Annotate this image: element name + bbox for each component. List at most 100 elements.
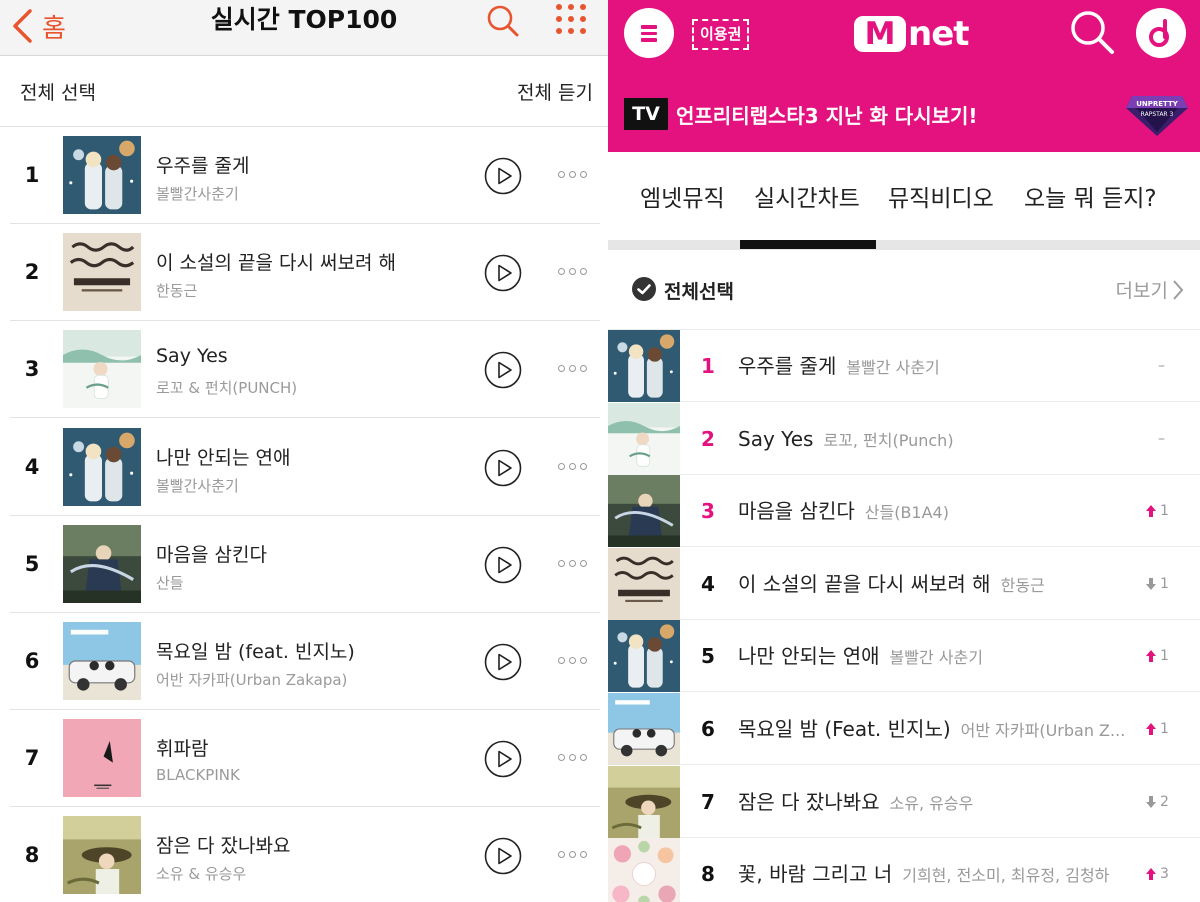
track-title[interactable]: 이 소설의 끝을 다시 써보려 해: [156, 248, 396, 275]
album-art[interactable]: [63, 330, 141, 409]
track-info[interactable]: Say Yes 로꼬, 펀치(Punch): [738, 403, 1138, 475]
album-art[interactable]: [63, 719, 141, 798]
track-title[interactable]: 목요일 밤 (feat. 빈지노): [156, 637, 355, 664]
track-row[interactable]: 3 Say Yes 로꼬 & 펀치(PUNCH): [0, 321, 608, 419]
track-row[interactable]: 8 잠은 다 잤나봐요 소유 & 유승우: [0, 807, 608, 902]
select-all-button[interactable]: 전체선택: [664, 277, 734, 304]
promo-banner[interactable]: TV 언프리티랩스타3 지난 화 다시보기! UNPRETTY RAPSTAR …: [624, 94, 1188, 136]
track-row[interactable]: 6 목요일 밤 (Feat. 빈지노) 어반 자카파(Urban Z... 1: [608, 693, 1200, 765]
track-artist[interactable]: 로꼬 & 펀치(PUNCH): [156, 377, 297, 398]
arrow-up-icon: [1146, 650, 1156, 663]
album-art[interactable]: [608, 475, 680, 548]
album-art[interactable]: [608, 620, 680, 693]
play-all-button[interactable]: 전체 듣기: [517, 78, 593, 105]
track-row[interactable]: 6 목요일 밤 (feat. 빈지노) 어반 자카파(Urban Zakapa): [0, 613, 608, 710]
track-row[interactable]: 3 마음을 삼킨다 산들(B1A4) 1: [608, 475, 1200, 548]
track-artist[interactable]: 소유 & 유승우: [156, 863, 246, 884]
search-icon[interactable]: [486, 4, 520, 38]
track-row[interactable]: 4 이 소설의 끝을 다시 써보려 해 한동근 1: [608, 547, 1200, 620]
tab-2[interactable]: 실시간차트: [754, 179, 860, 213]
tab-3[interactable]: 뮤직비디오: [888, 179, 994, 213]
track-artist[interactable]: BLACKPINK: [156, 766, 240, 784]
track-row[interactable]: 1 우주를 줄게 볼빨간사춘기: [0, 127, 608, 224]
more-options-icon[interactable]: [558, 657, 588, 665]
music-player-button[interactable]: [1136, 8, 1186, 58]
track-row[interactable]: 4 나만 안되는 연애 볼빨간사춘기: [0, 419, 608, 516]
track-rank: 7: [24, 746, 40, 771]
track-artist[interactable]: 어반 자카파(Urban Zakapa): [156, 669, 347, 690]
track-title[interactable]: 나만 안되는 연애: [156, 443, 290, 470]
track-row[interactable]: 7 잠은 다 잤나봐요 소유, 유승우 2: [608, 765, 1200, 838]
tab-active-indicator: [740, 240, 876, 249]
grid-menu-icon[interactable]: [556, 4, 590, 38]
album-art[interactable]: [63, 524, 141, 603]
more-button[interactable]: 더보기: [1116, 276, 1184, 303]
more-options-icon[interactable]: [558, 462, 588, 471]
play-icon[interactable]: [484, 351, 522, 389]
album-art[interactable]: [63, 816, 141, 895]
track-title[interactable]: 마음을 삼킨다: [156, 540, 267, 567]
track-artist[interactable]: 한동근: [156, 280, 197, 301]
play-icon[interactable]: [484, 546, 522, 584]
album-art[interactable]: [608, 693, 680, 765]
album-art[interactable]: [63, 622, 141, 700]
select-all-check-icon[interactable]: [632, 277, 656, 301]
album-art[interactable]: [608, 330, 680, 402]
track-info[interactable]: 나만 안되는 연애 볼빨간 사춘기: [738, 620, 1138, 692]
track-title[interactable]: 우주를 줄게: [156, 151, 249, 178]
mnet-logo-mark: M: [854, 16, 906, 52]
more-options-icon[interactable]: [558, 851, 588, 859]
track-info[interactable]: 목요일 밤 (Feat. 빈지노) 어반 자카파(Urban Z...: [738, 693, 1138, 765]
track-info[interactable]: 우주를 줄게 볼빨간 사춘기: [738, 330, 1138, 402]
album-art[interactable]: [63, 233, 141, 312]
track-title[interactable]: Say Yes: [156, 345, 228, 367]
ticket-button[interactable]: 이용권: [692, 19, 750, 50]
track-row[interactable]: 5 마음을 삼킨다 산들: [0, 516, 608, 613]
mnet-chart-screen: 이용권 M net TV 언프리티랩스타3 지난 화 다시보기! UNPRETT…: [608, 0, 1200, 902]
track-title[interactable]: 휘파람: [156, 734, 208, 761]
more-options-icon[interactable]: [558, 365, 588, 373]
play-icon[interactable]: [484, 157, 522, 195]
track-row[interactable]: 8 꽃, 바람 그리고 너 기희현, 전소미, 최유정, 김청하 3: [608, 838, 1200, 902]
play-icon[interactable]: [484, 740, 522, 778]
rank-change-value: 1: [1160, 648, 1169, 665]
tab-1[interactable]: 엠넷뮤직: [640, 179, 725, 213]
album-art[interactable]: [608, 838, 680, 902]
track-row[interactable]: 7 휘파람 BLACKPINK: [0, 710, 608, 808]
track-info[interactable]: 꽃, 바람 그리고 너 기희현, 전소미, 최유정, 김청하: [738, 838, 1138, 902]
chevron-right-icon: [1173, 279, 1184, 300]
select-all-button[interactable]: 전체 선택: [20, 78, 96, 105]
track-info[interactable]: 마음을 삼킨다 산들(B1A4): [738, 475, 1138, 547]
more-options-icon[interactable]: [558, 559, 588, 568]
track-info[interactable]: 잠은 다 잤나봐요 소유, 유승우: [738, 766, 1138, 838]
track-artist[interactable]: 산들: [156, 572, 184, 593]
more-options-icon[interactable]: [558, 754, 588, 762]
track-rank: 5: [24, 551, 40, 576]
play-icon[interactable]: [484, 837, 522, 875]
track-row[interactable]: 1 우주를 줄게 볼빨간 사춘기 –: [608, 330, 1200, 402]
album-art[interactable]: [608, 765, 680, 838]
search-icon[interactable]: [1068, 8, 1116, 56]
track-artist[interactable]: 볼빨간사춘기: [156, 183, 239, 204]
mnet-logo[interactable]: M net: [854, 12, 970, 56]
more-options-icon[interactable]: [558, 171, 588, 179]
album-art[interactable]: [608, 547, 680, 620]
hamburger-menu-button[interactable]: [624, 8, 674, 58]
rank-change: 1: [1146, 475, 1196, 547]
play-icon[interactable]: [484, 643, 522, 681]
more-options-icon[interactable]: [558, 268, 588, 276]
track-rank: 8: [24, 843, 40, 868]
track-rank: 3: [701, 499, 715, 524]
album-art[interactable]: [63, 136, 141, 214]
track-info[interactable]: 이 소설의 끝을 다시 써보려 해 한동근: [738, 548, 1138, 620]
track-title[interactable]: 잠은 다 잤나봐요: [156, 831, 290, 858]
tab-4[interactable]: 오늘 뭐 듣지?: [1024, 179, 1157, 213]
track-row[interactable]: 2 Say Yes 로꼬, 펀치(Punch) –: [608, 402, 1200, 475]
track-artist[interactable]: 볼빨간사춘기: [156, 475, 239, 496]
album-art[interactable]: [63, 427, 141, 506]
play-icon[interactable]: [484, 449, 522, 487]
track-row[interactable]: 2 이 소설의 끝을 다시 써보려 해 한동근: [0, 224, 608, 322]
track-row[interactable]: 5 나만 안되는 연애 볼빨간 사춘기 1: [608, 620, 1200, 693]
play-icon[interactable]: [484, 254, 522, 292]
album-art[interactable]: [608, 402, 680, 475]
